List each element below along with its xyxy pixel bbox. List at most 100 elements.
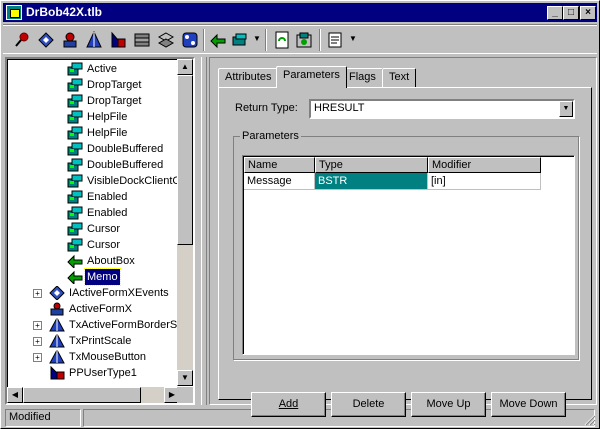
enum-icon bbox=[49, 332, 65, 348]
scroll-thumb[interactable] bbox=[177, 75, 193, 245]
tree-node-label: Cursor bbox=[87, 223, 121, 235]
chevron-down-icon[interactable]: ▼ bbox=[253, 34, 261, 43]
alias-icon bbox=[49, 365, 65, 380]
parameters-grid[interactable]: Name Type Modifier Message BSTR [in] bbox=[242, 155, 575, 355]
type-library-tree[interactable]: Active DropTarget DropTarget HelpFile HelpFi… bbox=[5, 57, 195, 405]
union-icon[interactable] bbox=[157, 31, 175, 49]
module-icon[interactable] bbox=[181, 31, 199, 49]
tab-attributes[interactable]: Attributes bbox=[218, 68, 279, 87]
scroll-up-button[interactable]: ▲ bbox=[177, 59, 193, 75]
move-down-button-label: Move Down bbox=[499, 398, 558, 410]
tab-text[interactable]: Text bbox=[382, 68, 417, 87]
expand-toggle[interactable]: + bbox=[33, 337, 42, 346]
enum-icon bbox=[49, 316, 65, 332]
register-icon[interactable] bbox=[295, 31, 313, 49]
chevron-down-icon[interactable]: ▼ bbox=[559, 101, 573, 117]
method-icon[interactable] bbox=[209, 31, 227, 49]
tree-view[interactable]: Active DropTarget DropTarget HelpFile HelpFi… bbox=[7, 59, 180, 386]
refresh-icon[interactable] bbox=[273, 31, 291, 49]
property-icon bbox=[67, 190, 83, 204]
enum-icon[interactable] bbox=[109, 31, 127, 49]
tree-node-label: IActiveFormXEvents bbox=[69, 287, 169, 299]
tree-node-label: AboutBox bbox=[87, 255, 135, 267]
pane-splitter[interactable] bbox=[201, 57, 207, 405]
tree-node-label: Memo bbox=[84, 268, 121, 286]
property-icon bbox=[67, 238, 83, 252]
tree-horizontal-scrollbar[interactable]: ◀ ▶ bbox=[7, 387, 180, 403]
tree-node-label: DropTarget bbox=[87, 95, 142, 107]
close-button[interactable]: × bbox=[580, 6, 596, 20]
add-button[interactable]: Add bbox=[251, 392, 326, 417]
return-type-select[interactable]: HRESULT ▼ bbox=[309, 99, 575, 119]
record-icon[interactable] bbox=[133, 31, 151, 49]
parameters-group: Parameters Name Type Modifier Message BS… bbox=[233, 130, 579, 360]
cell-name[interactable]: Message bbox=[244, 173, 315, 190]
parameters-tab-page: Return Type: HRESULT ▼ Parameters Name T… bbox=[218, 87, 592, 417]
resize-grip-icon[interactable] bbox=[583, 413, 596, 426]
enum-icon bbox=[49, 348, 65, 364]
tree-node-label: HelpFile bbox=[87, 127, 128, 139]
tree-node-label: ActiveFormX bbox=[69, 303, 132, 315]
return-type-label: Return Type: bbox=[235, 102, 298, 114]
app-window: DrBob42X.tlb _ □ × ▼ ▼ Active DropTarget… bbox=[0, 0, 600, 429]
tab-parameters[interactable]: Parameters bbox=[276, 66, 347, 88]
scroll-corner bbox=[177, 387, 193, 403]
scroll-left-button[interactable]: ◀ bbox=[7, 387, 23, 403]
parameters-group-title: Parameters bbox=[240, 130, 301, 142]
title-bar[interactable]: DrBob42X.tlb _ □ × bbox=[3, 3, 597, 22]
pin-icon[interactable] bbox=[13, 31, 31, 49]
tree-vertical-scrollbar[interactable]: ▲ ▼ bbox=[177, 59, 193, 386]
tree-node-label: TxMouseButton bbox=[69, 351, 147, 363]
tab-flags[interactable]: Flags bbox=[342, 68, 383, 87]
scroll-down-button[interactable]: ▼ bbox=[177, 370, 193, 386]
expand-toggle[interactable]: + bbox=[33, 321, 42, 330]
cell-modifier[interactable]: [in] bbox=[428, 173, 541, 190]
interface-icon[interactable] bbox=[37, 31, 55, 49]
tree-node-label: Enabled bbox=[87, 191, 128, 203]
property-icon bbox=[67, 62, 83, 76]
expand-toggle[interactable]: + bbox=[33, 289, 42, 298]
app-icon[interactable] bbox=[6, 5, 22, 20]
property-icon bbox=[67, 94, 83, 108]
coclass-icon bbox=[49, 302, 65, 316]
tree-node-label: PPUserType1 bbox=[69, 367, 137, 379]
cell-type[interactable]: BSTR bbox=[315, 173, 428, 190]
property-icon bbox=[67, 222, 83, 236]
property-icon bbox=[67, 110, 83, 124]
window-title: DrBob42X.tlb bbox=[26, 5, 103, 19]
chevron-down-icon[interactable]: ▼ bbox=[349, 34, 357, 43]
property-icon bbox=[67, 142, 83, 156]
dispinterface-icon bbox=[49, 285, 65, 301]
coclass-icon[interactable] bbox=[85, 31, 103, 49]
toolbar-separator bbox=[319, 29, 321, 51]
toolbar: ▼ ▼ bbox=[3, 24, 597, 54]
tree-node-label: VisibleDockClientCount bbox=[87, 175, 180, 187]
delete-button[interactable]: Delete bbox=[331, 392, 406, 417]
method-icon bbox=[67, 270, 83, 286]
add-button-label: Add bbox=[278, 398, 299, 410]
minimize-button[interactable]: _ bbox=[547, 6, 563, 20]
column-header-name[interactable]: Name bbox=[244, 157, 315, 173]
scroll-thumb[interactable] bbox=[23, 387, 141, 403]
property-icon[interactable] bbox=[231, 31, 249, 49]
tree-node-label: DoubleBuffered bbox=[87, 159, 164, 171]
move-down-button[interactable]: Move Down bbox=[491, 392, 566, 417]
tree-node-label: TxActiveFormBorderStyle bbox=[69, 319, 180, 331]
details-pane: Attributes Parameters Flags Text Return … bbox=[209, 57, 597, 417]
property-icon bbox=[67, 206, 83, 220]
method-icon bbox=[67, 254, 83, 270]
export-icon[interactable] bbox=[327, 31, 345, 49]
status-text: Modified bbox=[5, 409, 81, 427]
return-type-value: HRESULT bbox=[314, 102, 365, 114]
tree-node-label: DoubleBuffered bbox=[87, 143, 164, 155]
dispinterface-icon[interactable] bbox=[61, 31, 79, 49]
column-header-type[interactable]: Type bbox=[315, 157, 428, 173]
column-header-modifier[interactable]: Modifier bbox=[428, 157, 541, 173]
tree-node-label: Cursor bbox=[87, 239, 121, 251]
tree-node-label: DropTarget bbox=[87, 79, 142, 91]
tree-node-label: TxPrintScale bbox=[69, 335, 132, 347]
expand-toggle[interactable]: + bbox=[33, 353, 42, 362]
maximize-button[interactable]: □ bbox=[563, 6, 579, 20]
move-up-button[interactable]: Move Up bbox=[411, 392, 486, 417]
property-icon bbox=[67, 126, 83, 140]
